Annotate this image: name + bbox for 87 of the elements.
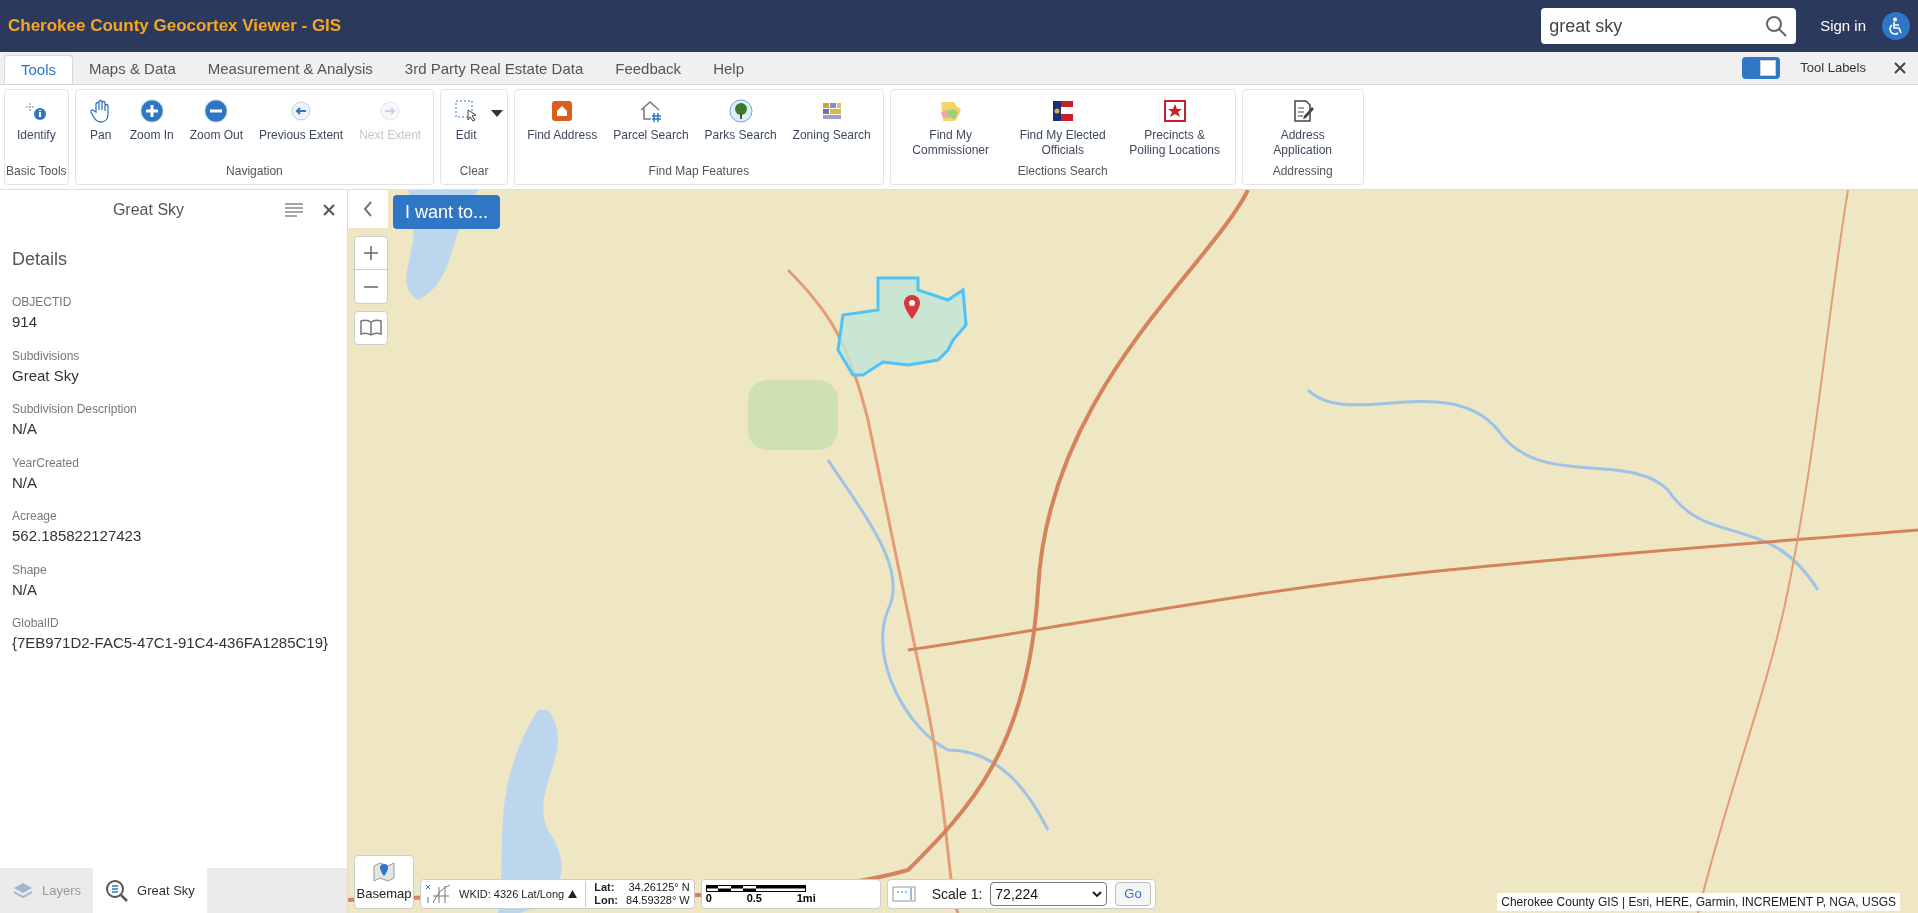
ribbon-tool-button[interactable]: Edit	[445, 90, 488, 143]
chevron-down-icon	[1092, 890, 1103, 898]
ribbon-tool-button[interactable]: Zoom In	[121, 90, 182, 143]
scale-label: 0.5	[746, 891, 762, 904]
search-list-icon	[105, 878, 130, 903]
triangle-icon	[568, 890, 578, 898]
ribbon-tab[interactable]: Feedback	[599, 55, 698, 84]
group-label: Navigation	[225, 163, 284, 180]
field-value: 562.185822127423	[12, 526, 143, 546]
field-value: N/A	[12, 419, 38, 439]
details-heading: Details	[12, 248, 69, 271]
accessibility-button[interactable]	[1882, 12, 1910, 40]
caret-icon[interactable]	[491, 110, 504, 118]
panel-tab[interactable]: Great Sky	[93, 868, 207, 913]
field-label: Subdivision Description	[12, 401, 138, 418]
field-label: Acreage	[12, 508, 58, 525]
field-label: Subdivisions	[12, 347, 81, 365]
scale-label: 1mi	[796, 891, 816, 904]
ribbon-tool-button[interactable]: Zoom Out	[181, 90, 252, 143]
ribbon-tab[interactable]: Measurement & Analysis	[191, 55, 389, 84]
ribbon-tool-button[interactable]: Pan	[79, 90, 122, 143]
group-label: Elections Search	[1016, 163, 1109, 180]
wheelchair-icon	[1888, 17, 1904, 35]
plus-icon	[363, 245, 379, 261]
field-label: GlobalID	[12, 615, 60, 632]
field-label: OBJECTID	[12, 294, 73, 311]
chevron-left-icon	[363, 201, 373, 217]
go-button[interactable]: Go	[1115, 882, 1151, 906]
lat-value: 34.26125° N	[627, 881, 690, 894]
grid-icon	[425, 883, 451, 905]
zoom-out-icon	[203, 98, 230, 124]
group-label: Basic Tools	[5, 163, 68, 180]
scale-label: Scale 1:	[931, 884, 983, 904]
bookmark-button[interactable]	[354, 311, 388, 345]
field-value: 914	[12, 312, 39, 332]
wkid-dropdown[interactable]: WKID: 4326 Lat/Long	[459, 885, 578, 903]
close-icon[interactable]	[1894, 62, 1906, 74]
map-pin-icon	[372, 860, 396, 885]
scale-ruler-icon	[705, 884, 806, 892]
field-label: YearCreated	[12, 454, 80, 472]
ribbon-tool-button[interactable]: Identify	[9, 90, 64, 143]
ribbon-tab[interactable]: Help	[697, 55, 760, 84]
scale-label: 0	[705, 891, 712, 904]
collapse-button[interactable]	[348, 190, 388, 228]
ribbon-tool-button[interactable]: Find My Commissioner	[894, 90, 1007, 158]
app-title: Cherokee County Geocortex Viewer - GIS	[8, 15, 342, 38]
tree-icon	[727, 98, 754, 124]
minus-icon	[363, 285, 379, 288]
layers-icon	[12, 880, 34, 901]
scale-select[interactable]: 72,224	[990, 882, 1108, 906]
ribbon-tool-button[interactable]: Precincts & Polling Locations	[1118, 90, 1231, 158]
search-field[interactable]: great sky	[1541, 8, 1797, 44]
field-value: {7EB971D2-FAC5-47C1-91C4-436FA1285C19}	[12, 633, 330, 653]
toggle-label: Tool Labels	[1800, 59, 1866, 78]
ribbon-tool-button[interactable]: Parcel Search	[605, 90, 697, 143]
book-icon	[360, 319, 382, 337]
ribbon-tool-button[interactable]: Zoning Search	[784, 90, 879, 143]
ribbon-tool-button[interactable]: Parks Search	[696, 90, 785, 143]
ribbon-tab[interactable]: Tools	[4, 55, 74, 84]
panel-title: Great Sky	[111, 200, 186, 220]
lat-label: Lat:	[594, 881, 616, 894]
zoom-in-icon	[138, 98, 165, 124]
field-value: Great Sky	[12, 365, 80, 386]
toggle-switch[interactable]	[1742, 57, 1781, 79]
menu-icon[interactable]	[285, 203, 303, 217]
ribbon-tool-button[interactable]: Previous Extent	[251, 90, 352, 143]
sign-in-link[interactable]: Sign in	[1820, 14, 1866, 38]
basemap-button[interactable]: Basemap	[354, 855, 414, 909]
group-label: Addressing	[1271, 163, 1334, 180]
location-pin-icon	[904, 295, 920, 319]
scale-icon	[891, 884, 916, 904]
field-value: N/A	[12, 472, 38, 493]
attribution-text: Cherokee County GIS | Esri, HERE, Garmin, INCREMENT P, NGA, USGS	[1497, 893, 1900, 911]
group-label: Find Map Features	[647, 163, 751, 180]
ribbon-tab[interactable]: 3rd Party Real Estate Data	[388, 55, 600, 84]
ribbon-tool-button[interactable]: Find My Elected Officials	[1006, 90, 1119, 158]
lon-value: 84.59328° W	[626, 894, 690, 907]
lon-label: Lon:	[594, 894, 618, 907]
field-label: Shape	[12, 561, 48, 579]
ribbon-tab[interactable]: Maps & Data	[73, 55, 192, 84]
group-label: Clear	[458, 163, 490, 180]
ribbon-tool-button[interactable]: Find Address	[519, 90, 606, 143]
i-want-to-button[interactable]: I want to...	[393, 195, 501, 229]
field-value: N/A	[12, 579, 38, 600]
ribbon-tool-button[interactable]: Address Application	[1246, 90, 1359, 158]
search-icon[interactable]	[1764, 14, 1789, 38]
close-icon[interactable]	[323, 204, 335, 216]
